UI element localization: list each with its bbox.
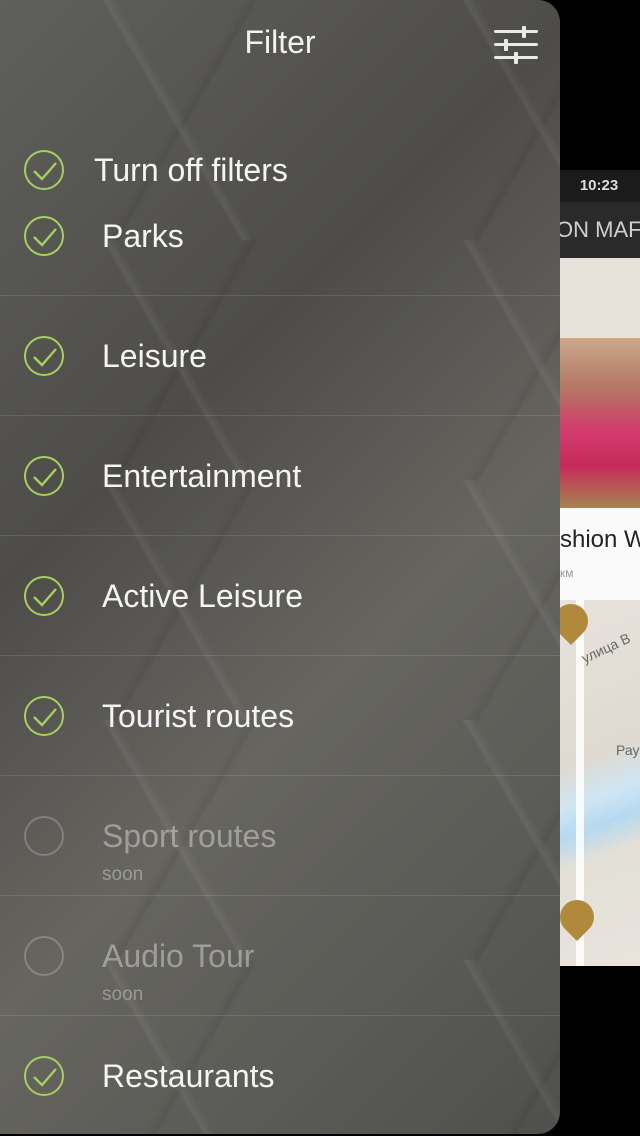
checkmark-icon (24, 336, 64, 376)
filter-item-label: Entertainment (102, 458, 302, 494)
filter-item-audio-tour: Audio Tour soon (0, 896, 560, 1016)
soon-note: soon (102, 984, 144, 1005)
checkmark-icon (24, 696, 64, 736)
page-title: Filter (244, 24, 316, 60)
filter-item-label: Audio Tour (102, 938, 255, 974)
filter-item-label: Sport routes (102, 818, 277, 854)
checkmark-icon (24, 1056, 64, 1096)
filter-item-restaurants[interactable]: Restaurants (0, 1016, 560, 1134)
filter-item-parks[interactable]: Parks (0, 176, 560, 296)
unchecked-circle-icon (24, 816, 64, 856)
street-label: Рау (616, 742, 640, 758)
checkmark-icon (24, 216, 64, 256)
filter-item-tourist-routes[interactable]: Tourist routes (0, 656, 560, 776)
filter-item-sport-routes: Sport routes soon (0, 776, 560, 896)
filter-item-label: Tourist routes (102, 698, 295, 734)
filter-item-label: Active Leisure (102, 578, 303, 614)
settings-button[interactable] (492, 24, 540, 66)
background-card-meta: км (560, 566, 574, 580)
filter-item-active-leisure[interactable]: Active Leisure (0, 536, 560, 656)
checkmark-icon (24, 576, 64, 616)
soon-note: soon (102, 864, 144, 885)
background-card-title-text: shion W (560, 526, 640, 553)
filter-panel: Filter Turn off filters Parks Leisure En… (0, 0, 560, 1134)
filter-item-label: Restaurants (102, 1058, 275, 1094)
unchecked-circle-icon (24, 936, 64, 976)
filter-item-label: Parks (102, 218, 184, 254)
checkmark-icon (24, 456, 64, 496)
filter-item-leisure[interactable]: Leisure (0, 296, 560, 416)
filter-item-label: Leisure (102, 338, 207, 374)
filter-item-entertainment[interactable]: Entertainment (0, 416, 560, 536)
